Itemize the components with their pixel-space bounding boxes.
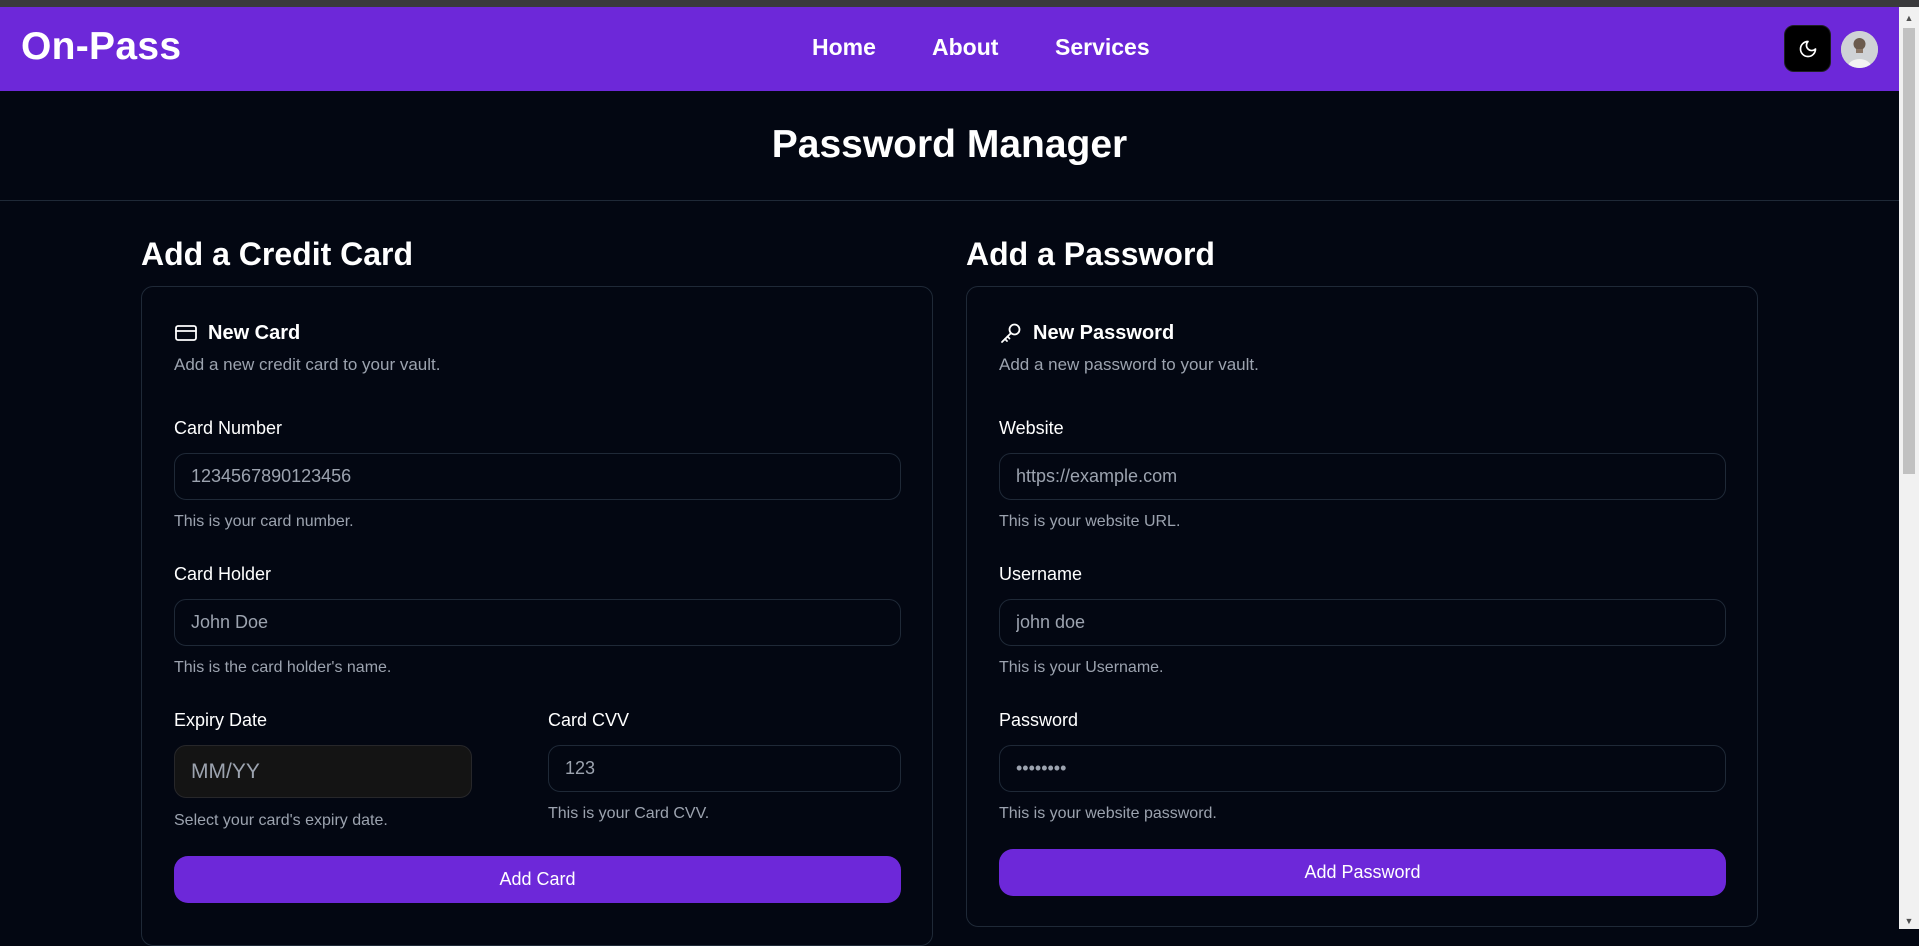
nav-link-about[interactable]: About <box>932 34 998 61</box>
theme-toggle-button[interactable] <box>1784 25 1831 72</box>
nav-link-home[interactable]: Home <box>812 34 876 61</box>
website-hint: This is your website URL. <box>999 513 1181 530</box>
new-card-description: Add a new credit card to your vault. <box>174 355 441 374</box>
expiry-date-picker[interactable]: MM/YY <box>174 745 472 798</box>
scrollbar-thumb[interactable] <box>1903 28 1915 474</box>
username-hint: This is your Username. <box>999 659 1164 676</box>
add-password-button[interactable]: Add Password <box>999 849 1726 896</box>
card-number-input[interactable] <box>174 453 901 500</box>
username-label: Username <box>999 564 1083 584</box>
avatar[interactable] <box>1841 31 1878 68</box>
key-icon <box>1001 323 1021 343</box>
add-card-button[interactable]: Add Card <box>174 856 901 903</box>
new-card-title: New Card <box>208 321 301 344</box>
scroll-down-arrow-icon[interactable]: ▼ <box>1899 912 1919 929</box>
new-password-panel: New Password Add a new password to your … <box>966 286 1758 927</box>
card-cvv-hint: This is your Card CVV. <box>548 805 710 822</box>
credit-card-icon <box>175 325 197 341</box>
scroll-up-arrow-icon[interactable]: ▲ <box>1899 9 1919 26</box>
card-cvv-label: Card CVV <box>548 710 630 730</box>
new-password-header: New Password <box>999 321 1174 345</box>
new-password-description: Add a new password to your vault. <box>999 355 1259 374</box>
card-holder-input[interactable] <box>174 599 901 646</box>
card-cvv-input[interactable] <box>548 745 901 792</box>
expiry-date-hint: Select your card's expiry date. <box>174 812 388 829</box>
page-header: Password Manager <box>0 91 1899 201</box>
website-input[interactable] <box>999 453 1726 500</box>
password-hint: This is your website password. <box>999 805 1217 822</box>
nav-link-services[interactable]: Services <box>1055 34 1150 61</box>
card-number-hint: This is your card number. <box>174 513 354 530</box>
logo[interactable]: On-Pass <box>21 25 181 69</box>
password-section-title: Add a Password <box>966 236 1215 272</box>
password-input[interactable] <box>999 745 1726 792</box>
card-holder-label: Card Holder <box>174 564 272 584</box>
new-card-panel: New Card Add a new credit card to your v… <box>141 286 933 946</box>
page-title: Password Manager <box>771 123 1128 166</box>
card-number-label: Card Number <box>174 418 283 438</box>
user-avatar-icon <box>1841 31 1878 68</box>
new-card-header: New Card <box>174 321 300 345</box>
password-label: Password <box>999 710 1079 730</box>
website-label: Website <box>999 418 1064 438</box>
username-input[interactable] <box>999 599 1726 646</box>
expiry-date-label: Expiry Date <box>174 710 268 730</box>
new-password-title: New Password <box>1033 321 1175 344</box>
credit-card-section-title: Add a Credit Card <box>141 236 414 272</box>
navbar: On-Pass Home About Services <box>0 7 1899 91</box>
card-holder-hint: This is the card holder's name. <box>174 659 392 676</box>
browser-top-strip <box>0 0 1919 7</box>
moon-icon <box>1799 40 1816 57</box>
